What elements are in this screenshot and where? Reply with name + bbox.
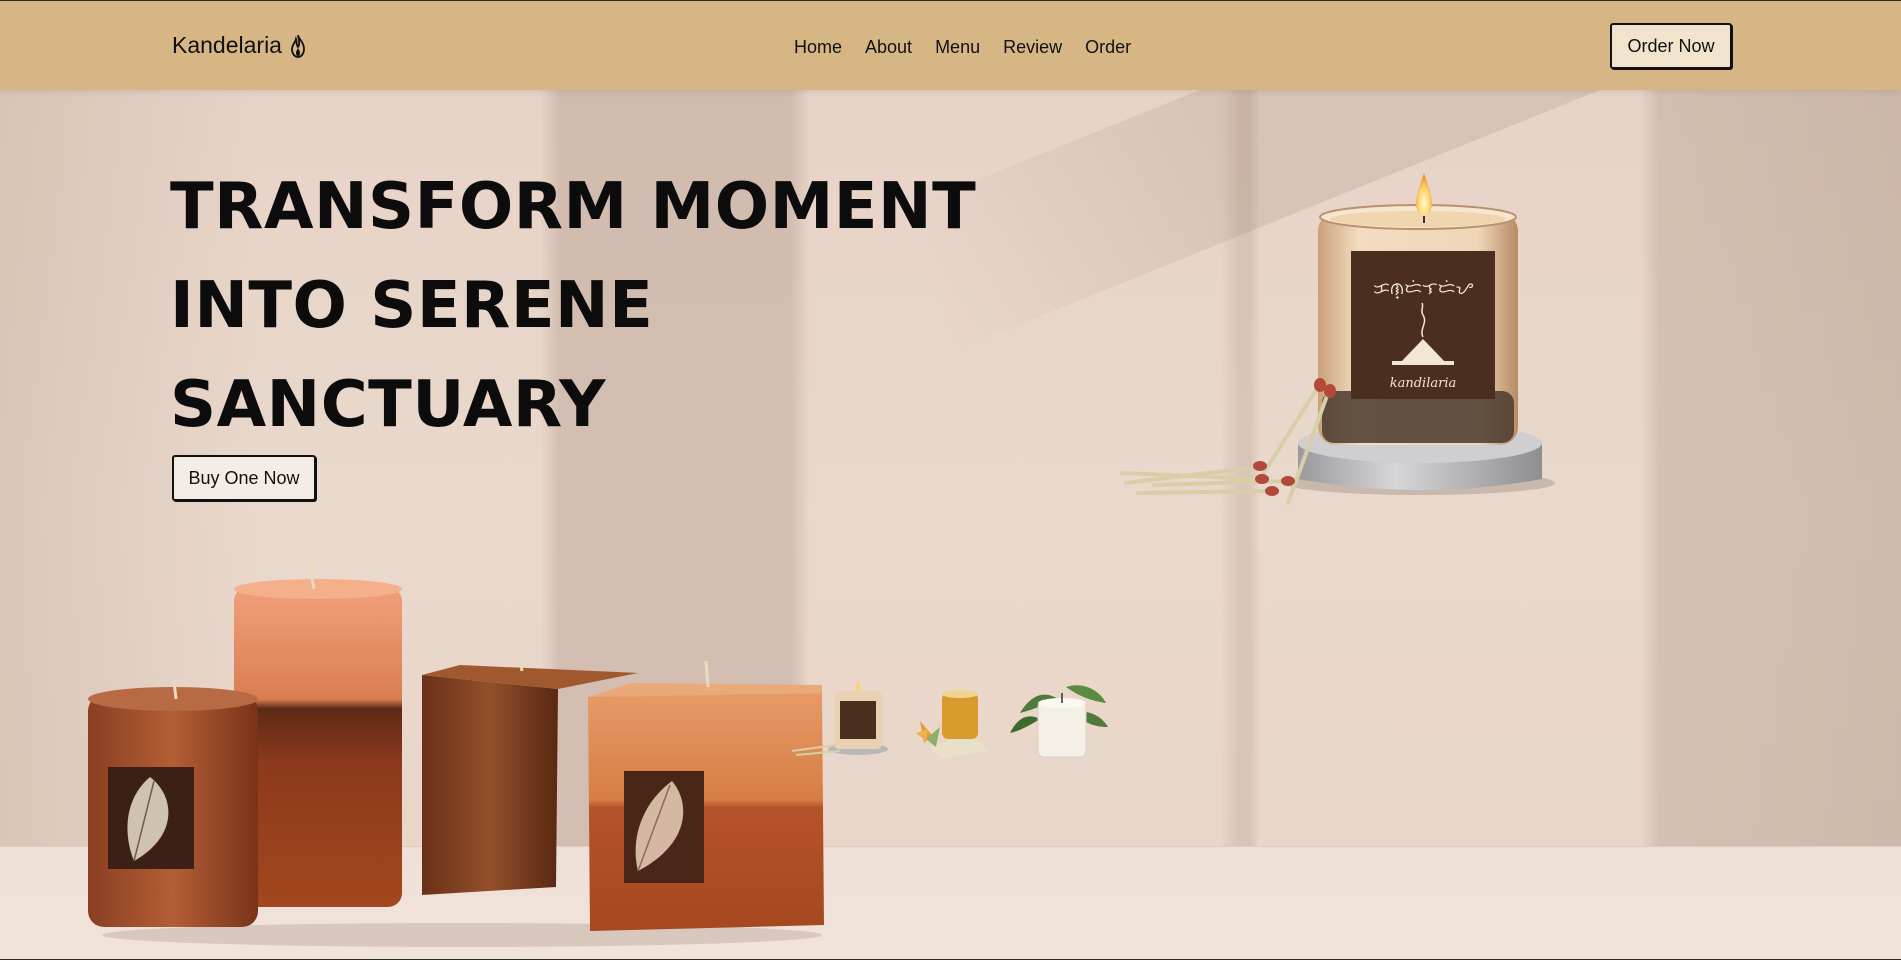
nav-menu[interactable]: Menu (935, 37, 980, 58)
brand-logo[interactable]: Kandelaria (172, 32, 306, 59)
nav-order[interactable]: Order (1085, 37, 1131, 58)
hero-title-line-2: INTO SERENE (170, 269, 654, 343)
nav-home[interactable]: Home (794, 37, 842, 58)
pillar-candles-image (88, 554, 824, 947)
site-header: Kandelaria Home About Menu Review Order … (0, 1, 1901, 90)
brand-name: Kandelaria (172, 32, 282, 58)
hero-title-line-1: TRANSFORM MOMENT (170, 170, 977, 244)
svg-text:ᜃᜈ᜔ᜇᜒᜎᜇᜒᜌ: ᜃᜈ᜔ᜇᜒᜎᜇᜒᜌ (1373, 279, 1473, 299)
product-thumbnails (790, 673, 1110, 761)
jar-candle-thumbnail[interactable] (790, 679, 890, 759)
order-now-button[interactable]: Order Now (1610, 23, 1732, 69)
main-nav: Home About Menu Review Order (794, 37, 1131, 58)
nav-review[interactable]: Review (1003, 37, 1062, 58)
white-candle-thumbnail[interactable] (1006, 673, 1110, 761)
amber-candle-thumbnail[interactable] (912, 681, 992, 761)
nav-about[interactable]: About (865, 37, 912, 58)
page: Kandelaria Home About Menu Review Order … (0, 1, 1901, 959)
hero-title-line-3: SANCTUARY (170, 368, 606, 442)
flame-icon (291, 34, 305, 58)
buy-one-now-button[interactable]: Buy One Now (172, 455, 316, 501)
hero-title: TRANSFORM MOMENT INTO SERENE SANCTUARY (170, 158, 976, 455)
product-label-text: kandilaria (1390, 376, 1457, 391)
featured-jar-candle-image: ᜃᜈ᜔ᜇᜒᜎᜇᜒᜌ kandilaria (1120, 173, 1555, 505)
